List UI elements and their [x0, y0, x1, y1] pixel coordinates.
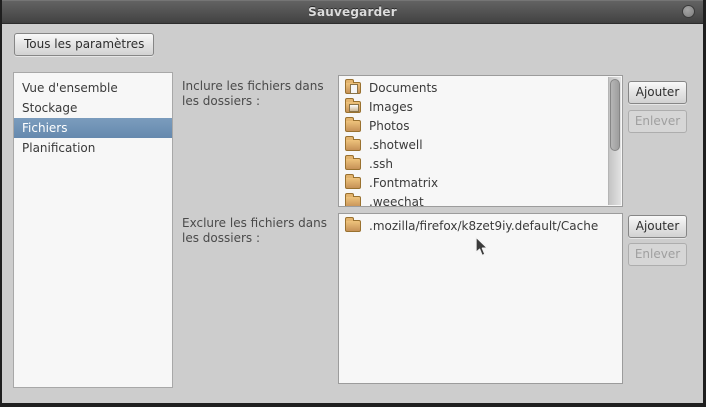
include-add-button[interactable]: Ajouter [628, 81, 687, 104]
close-window-icon[interactable] [682, 5, 695, 18]
folder-icon [345, 196, 361, 207]
exclude-remove-button: Enlever [628, 243, 687, 266]
list-item[interactable]: .weechat [339, 192, 622, 207]
folder-icon [345, 158, 361, 170]
list-item[interactable]: .ssh [339, 154, 622, 173]
settings-category-list: Vue d'ensemble Stockage Fichiers Planifi… [13, 72, 173, 388]
sidebar-item-storage[interactable]: Stockage [14, 98, 172, 118]
list-item[interactable]: Photos [339, 116, 622, 135]
include-folders-list: Documents Images Photos .shotwell .ssh .… [338, 75, 623, 207]
folder-icon [345, 120, 361, 132]
list-item[interactable]: .Fontmatrix [339, 173, 622, 192]
folder-icon [345, 220, 361, 232]
folder-documents-icon [345, 82, 361, 94]
list-item[interactable]: .mozilla/firefox/k8zet9iy.default/Cache [339, 216, 622, 235]
folder-images-icon [345, 101, 361, 113]
folder-icon [345, 177, 361, 189]
titlebar[interactable]: Sauvegarder [2, 0, 703, 24]
backup-settings-window: Sauvegarder Tous les paramètres Vue d'en… [2, 0, 703, 403]
exclude-add-button[interactable]: Ajouter [628, 215, 687, 238]
all-settings-button[interactable]: Tous les paramètres [14, 33, 154, 56]
window-title: Sauvegarder [308, 5, 397, 19]
exclude-folders-label: Exclure les fichiers dans les dossiers : [182, 216, 334, 246]
exclude-folders-list: .mozilla/firefox/k8zet9iy.default/Cache [338, 213, 623, 384]
folder-icon [345, 139, 361, 151]
include-remove-button: Enlever [628, 110, 687, 133]
sidebar-item-scheduling[interactable]: Planification [14, 138, 172, 158]
list-item[interactable]: .shotwell [339, 135, 622, 154]
list-item[interactable]: Documents [339, 78, 622, 97]
list-item[interactable]: Images [339, 97, 622, 116]
include-folders-label: Inclure les fichiers dans les dossiers : [182, 79, 334, 109]
scrollbar-thumb[interactable] [610, 79, 620, 151]
sidebar-item-overview[interactable]: Vue d'ensemble [14, 78, 172, 98]
include-list-scrollbar[interactable] [608, 77, 621, 205]
sidebar-item-files[interactable]: Fichiers [14, 118, 172, 138]
